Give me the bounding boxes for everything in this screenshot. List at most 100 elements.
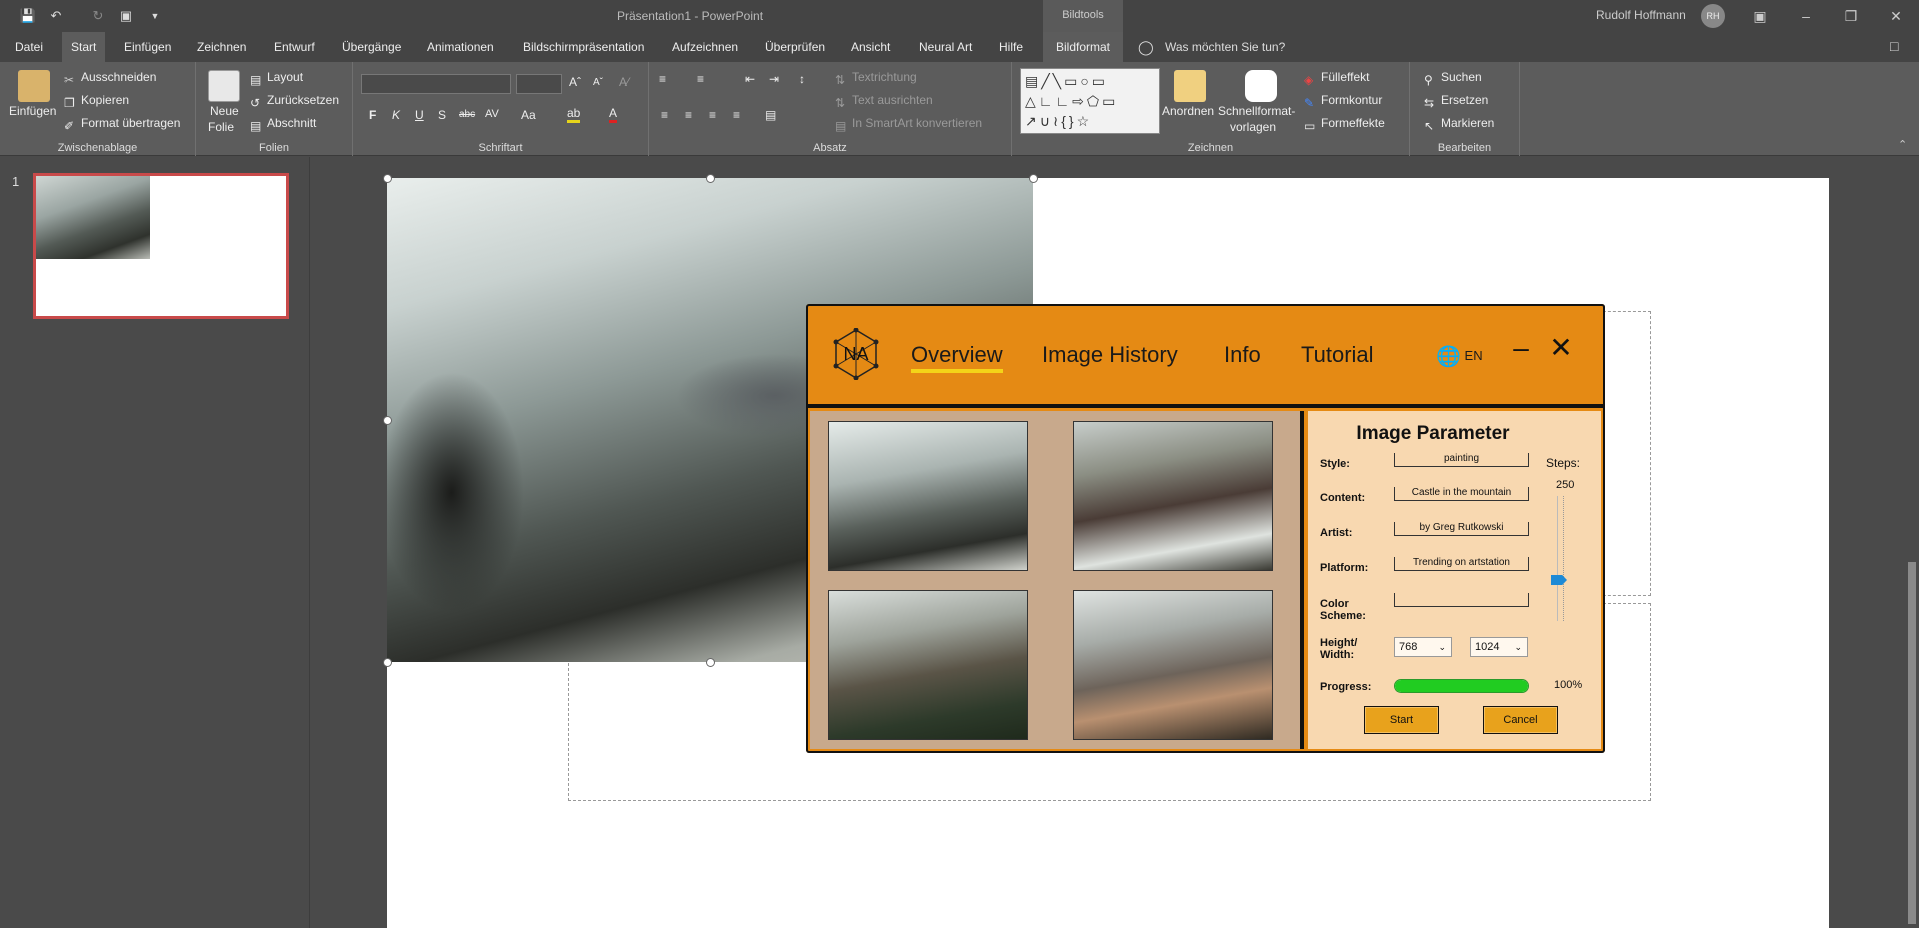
- customize-quick-access-icon[interactable]: ▼: [145, 6, 165, 26]
- tab-hilfe[interactable]: Hilfe: [990, 32, 1032, 62]
- select-button[interactable]: ↖ Markieren: [1424, 116, 1494, 133]
- resize-handle-nw[interactable]: [383, 174, 392, 183]
- tab-ansicht[interactable]: Ansicht: [842, 32, 899, 62]
- increase-indent-icon[interactable]: ⇥: [769, 72, 779, 86]
- content-field[interactable]: Castle in the mountain: [1394, 487, 1529, 501]
- resize-handle-s[interactable]: [706, 658, 715, 667]
- generated-image-1[interactable]: [828, 421, 1028, 571]
- style-field[interactable]: painting: [1394, 453, 1529, 467]
- paste-button[interactable]: Einfügen: [9, 104, 56, 118]
- shape-fill-button[interactable]: ◈ Fülleffekt: [1304, 70, 1369, 87]
- section-button[interactable]: ▤ Abschnitt: [250, 116, 316, 133]
- char-spacing-button[interactable]: AV: [485, 108, 499, 120]
- color-scheme-field[interactable]: [1394, 593, 1529, 607]
- layout-button[interactable]: ▤ Layout: [250, 70, 303, 87]
- undo-icon[interactable]: ↶: [46, 6, 66, 26]
- na-tab-info[interactable]: Info: [1224, 342, 1261, 368]
- tab-entwurf[interactable]: Entwurf: [265, 32, 324, 62]
- tab-animationen[interactable]: Animationen: [418, 32, 503, 62]
- font-size-select[interactable]: [516, 74, 562, 94]
- tab-einfuegen[interactable]: Einfügen: [115, 32, 180, 62]
- slide-thumbnail[interactable]: [33, 173, 289, 319]
- tab-start[interactable]: Start: [62, 32, 106, 62]
- start-presentation-icon[interactable]: ▣: [116, 6, 136, 26]
- resize-handle-sw[interactable]: [383, 658, 392, 667]
- platform-field[interactable]: Trending on artstation: [1394, 557, 1529, 571]
- resize-handle-ne[interactable]: [1029, 174, 1038, 183]
- tab-neural-art[interactable]: Neural Art: [910, 32, 981, 62]
- width-select[interactable]: 1024 ⌄: [1470, 637, 1528, 657]
- generated-image-2[interactable]: [1073, 421, 1273, 571]
- align-text-button[interactable]: ⇅ Text ausrichten: [835, 93, 933, 110]
- grow-font-icon[interactable]: Aˆ: [569, 75, 581, 89]
- quick-styles-label-1[interactable]: Schnellformat-: [1218, 104, 1295, 118]
- strikethrough-button[interactable]: abc: [459, 109, 475, 120]
- comments-icon[interactable]: □: [1890, 38, 1898, 54]
- shapes-gallery[interactable]: ▤╱╲▭○▭ △∟∟⇨⬠▭ ↗∪≀{}☆: [1020, 68, 1160, 134]
- align-right-icon[interactable]: ≡: [709, 108, 716, 122]
- restore-icon[interactable]: ❐: [1839, 4, 1863, 28]
- collapse-ribbon-icon[interactable]: ⌃: [1898, 138, 1907, 151]
- na-tab-image-history[interactable]: Image History: [1042, 342, 1178, 368]
- replace-button[interactable]: ⇆ Ersetzen: [1424, 93, 1488, 110]
- ribbon-display-options-icon[interactable]: ▣: [1748, 4, 1772, 28]
- line-spacing-icon[interactable]: ↕: [799, 72, 805, 86]
- tab-bildformat[interactable]: Bildformat: [1043, 32, 1123, 62]
- save-icon[interactable]: 💾: [18, 6, 38, 26]
- font-color-icon[interactable]: A: [609, 106, 618, 123]
- tab-uebergaenge[interactable]: Übergänge: [333, 32, 410, 62]
- smartart-button[interactable]: ▤ In SmartArt konvertieren: [835, 116, 982, 133]
- height-select[interactable]: 768 ⌄: [1394, 637, 1452, 657]
- tab-datei[interactable]: Datei: [6, 32, 52, 62]
- underline-button[interactable]: U: [415, 108, 424, 122]
- language-selector[interactable]: 🌐 EN: [1436, 344, 1483, 369]
- new-slide-icon[interactable]: [208, 70, 240, 102]
- numbering-icon[interactable]: ≡: [697, 72, 704, 86]
- highlight-icon[interactable]: ab: [567, 106, 581, 123]
- arrange-icon[interactable]: [1174, 70, 1206, 102]
- close-icon[interactable]: ✕: [1884, 4, 1908, 28]
- dialog-minimize-icon[interactable]: –: [1506, 334, 1536, 364]
- na-tab-tutorial[interactable]: Tutorial: [1301, 342, 1374, 368]
- new-slide-label-2[interactable]: Folie: [208, 120, 234, 134]
- find-button[interactable]: ⚲ Suchen: [1424, 70, 1482, 87]
- copy-button[interactable]: ❐ Kopieren: [64, 93, 129, 110]
- user-name[interactable]: Rudolf Hoffmann: [1596, 8, 1686, 22]
- format-painter-button[interactable]: ✐ Format übertragen: [64, 116, 180, 133]
- align-center-icon[interactable]: ≡: [685, 108, 692, 122]
- decrease-indent-icon[interactable]: ⇤: [745, 72, 755, 86]
- quick-styles-label-2[interactable]: vorlagen: [1230, 120, 1276, 134]
- new-slide-label-1[interactable]: Neue: [210, 104, 239, 118]
- cancel-button[interactable]: Cancel: [1483, 706, 1558, 734]
- bullets-icon[interactable]: ≡: [659, 72, 666, 86]
- dialog-close-icon[interactable]: ✕: [1546, 334, 1576, 364]
- generated-image-4[interactable]: [1073, 590, 1273, 740]
- bold-button[interactable]: F: [369, 108, 376, 122]
- avatar[interactable]: RH: [1701, 4, 1725, 28]
- shape-outline-button[interactable]: ✎ Formkontur: [1304, 93, 1382, 110]
- columns-icon[interactable]: ▤: [765, 108, 776, 122]
- vertical-scrollbar[interactable]: [1905, 157, 1919, 928]
- tab-zeichnen[interactable]: Zeichnen: [188, 32, 255, 62]
- scrollbar-thumb[interactable]: [1908, 562, 1916, 924]
- artist-field[interactable]: by Greg Rutkowski: [1394, 522, 1529, 536]
- shape-effects-button[interactable]: ▭ Formeffekte: [1304, 116, 1385, 133]
- cut-button[interactable]: ✂ Ausschneiden: [64, 70, 156, 87]
- text-direction-button[interactable]: ⇅ Textrichtung: [835, 70, 917, 87]
- start-button[interactable]: Start: [1364, 706, 1439, 734]
- resize-handle-n[interactable]: [706, 174, 715, 183]
- paste-icon[interactable]: [18, 70, 50, 102]
- justify-icon[interactable]: ≡: [733, 108, 740, 122]
- quick-styles-icon[interactable]: [1245, 70, 1277, 102]
- generated-image-3[interactable]: [828, 590, 1028, 740]
- shrink-font-icon[interactable]: Aˇ: [593, 77, 603, 88]
- na-tab-overview[interactable]: Overview: [911, 342, 1003, 373]
- tell-me-search[interactable]: Was möchten Sie tun?: [1165, 32, 1285, 62]
- reset-button[interactable]: ↺ Zurücksetzen: [250, 93, 339, 110]
- tab-aufzeichnen[interactable]: Aufzeichnen: [663, 32, 747, 62]
- arrange-button[interactable]: Anordnen: [1162, 104, 1214, 118]
- tab-bildschirmpraesentation[interactable]: Bildschirmpräsentation: [514, 32, 653, 62]
- steps-slider-track[interactable]: [1557, 496, 1559, 621]
- minimize-icon[interactable]: –: [1794, 4, 1818, 28]
- align-left-icon[interactable]: ≡: [661, 108, 668, 122]
